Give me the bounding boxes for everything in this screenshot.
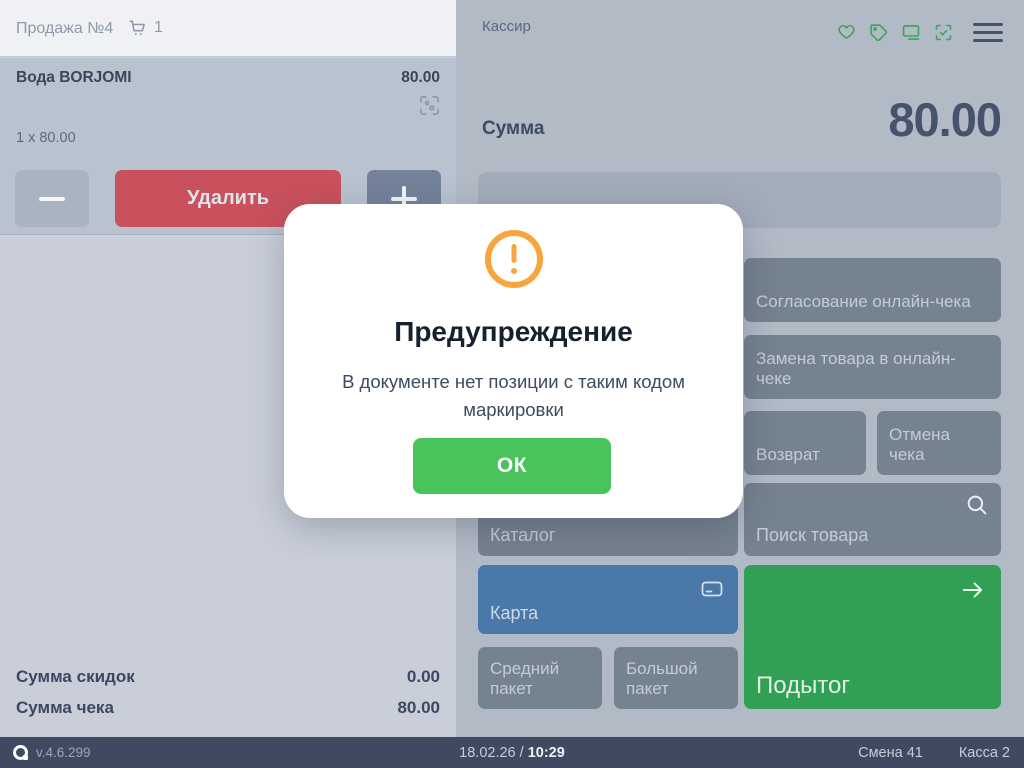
- price-tag-icon[interactable]: [868, 22, 889, 43]
- decrease-quantity-button[interactable]: [15, 170, 89, 227]
- sum-value: 80.00: [888, 92, 1001, 147]
- item-price: 80.00: [401, 69, 440, 87]
- cart-count: 1: [154, 19, 163, 37]
- search-product-button[interactable]: Поиск товара: [744, 483, 1001, 556]
- cart-counter: 1: [128, 18, 163, 38]
- minus-icon: [39, 197, 65, 201]
- search-icon: [964, 492, 990, 518]
- receipt-header: Продажа №4 1: [0, 0, 456, 57]
- discount-total-label: Сумма скидок: [16, 667, 135, 687]
- toolbar-icons: [836, 22, 1003, 43]
- ok-button[interactable]: ОК: [413, 438, 611, 494]
- dialog-title: Предупреждение: [284, 316, 743, 348]
- card-payment-button[interactable]: Карта: [478, 565, 738, 634]
- replace-online-check-button[interactable]: Замена товара в онлайн-чеке: [744, 335, 1001, 399]
- item-quantity-line: 1 x 80.00: [16, 130, 76, 146]
- receipt-total-label: Сумма чека: [16, 698, 114, 718]
- register-label[interactable]: Касса 2: [959, 745, 1010, 761]
- menu-icon[interactable]: [973, 23, 1003, 42]
- cashier-label: Кассир: [482, 18, 531, 35]
- sale-title: Продажа №4: [16, 20, 113, 38]
- item-name: Вода BORJOMI: [16, 69, 132, 87]
- date: 18.02.26: [459, 745, 515, 761]
- receipt-total-row: Сумма чека 80.00: [16, 698, 440, 718]
- sum-label: Сумма: [482, 118, 544, 140]
- time: 10:29: [528, 745, 565, 761]
- subtotal-button[interactable]: Подытог: [744, 565, 1001, 709]
- return-button[interactable]: Возврат: [744, 411, 866, 475]
- discount-total-row: Сумма скидок 0.00: [16, 667, 440, 687]
- dialog-message: В документе нет позиции с таким кодом ма…: [308, 368, 719, 424]
- favorites-heart-icon[interactable]: [836, 22, 857, 43]
- status-bar: v.4.6.299 18.02.26 / 10:29 Смена 41 Касс…: [0, 737, 1024, 768]
- big-bag-button[interactable]: Большой пакет: [614, 647, 738, 709]
- medium-bag-button[interactable]: Средний пакет: [478, 647, 602, 709]
- cart-icon: [128, 18, 148, 38]
- display-icon[interactable]: [900, 22, 922, 43]
- bank-card-icon: [699, 577, 725, 601]
- pos-app: Продажа №4 1 Вода BORJOMI 80.00: [0, 0, 1024, 768]
- warning-icon: [485, 230, 543, 288]
- warning-dialog: Предупреждение В документе нет позиции с…: [284, 204, 743, 518]
- arrow-right-icon: [958, 577, 988, 603]
- marking-code-icon: [418, 94, 441, 117]
- shift-label[interactable]: Смена 41: [858, 745, 923, 761]
- agree-online-check-button[interactable]: Согласование онлайн-чека: [744, 258, 1001, 322]
- datetime-separator: /: [520, 745, 524, 761]
- receipt-total-value: 80.00: [397, 698, 440, 718]
- scan-check-icon[interactable]: [933, 22, 954, 43]
- cancel-check-button[interactable]: Отмена чека: [877, 411, 1001, 475]
- discount-total-value: 0.00: [407, 667, 440, 687]
